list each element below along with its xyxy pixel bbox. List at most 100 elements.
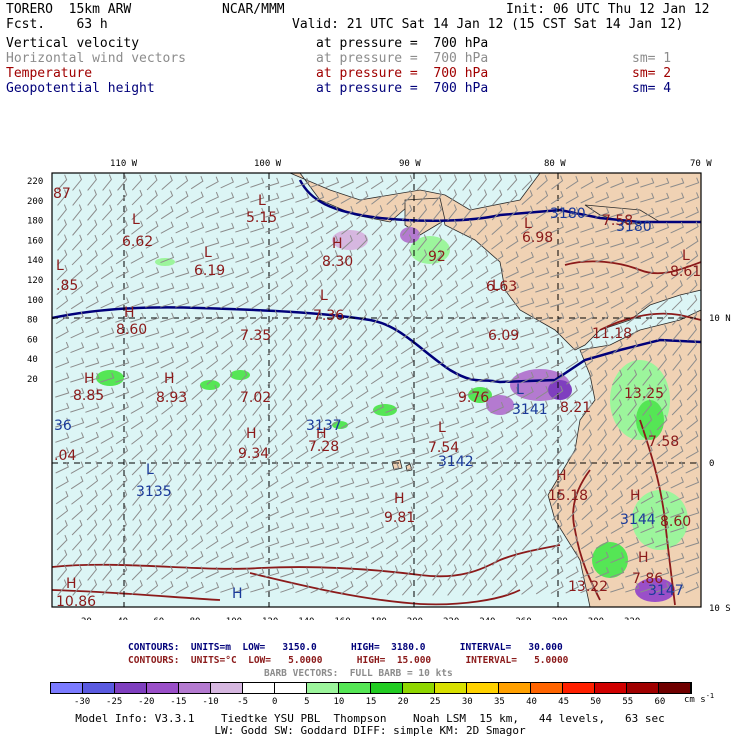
x-tick-label: 140 <box>298 617 314 620</box>
y-tick-label: 20 <box>27 375 38 385</box>
svg-text:8.21: 8.21 <box>560 400 591 416</box>
svg-text:70 W: 70 W <box>690 159 712 169</box>
colorbar-swatch <box>275 683 307 693</box>
colorbar-swatch <box>499 683 531 693</box>
field-vertical-velocity-level: at pressure = 700 hPa <box>316 36 489 51</box>
colorbar-units: cm s-1 <box>684 692 715 705</box>
svg-text:H: H <box>638 550 649 566</box>
svg-text:100 W: 100 W <box>254 159 282 169</box>
colorbar-label: 45 <box>558 697 570 707</box>
y-tick-label: 160 <box>27 236 43 246</box>
x-tick-label: 120 <box>262 617 278 620</box>
x-tick-label: 40 <box>117 617 128 620</box>
svg-text:H: H <box>66 576 77 592</box>
field-temperature: Temperature <box>6 66 93 81</box>
svg-text:3144: 3144 <box>620 512 656 528</box>
svg-text:9.76: 9.76 <box>458 390 489 406</box>
colorbar-swatch <box>531 683 563 693</box>
y-ticks: 220 200 180 160 140 120 100 80 60 40 20 <box>27 177 43 385</box>
x-tick-label: 220 <box>443 617 459 620</box>
x-tick-label: 60 <box>153 617 164 620</box>
colorbar-label: -5 <box>237 697 249 707</box>
svg-text:H: H <box>164 371 175 387</box>
colorbar-swatch <box>371 683 403 693</box>
colorbar-swatch <box>435 683 467 693</box>
colorbar-label: 60 <box>654 697 666 707</box>
svg-text:6.09: 6.09 <box>488 328 519 344</box>
svg-text:3180: 3180 <box>550 206 586 222</box>
colorbar-label: -10 <box>202 697 219 707</box>
svg-text:8.60: 8.60 <box>116 322 147 338</box>
svg-text:3180: 3180 <box>616 219 652 235</box>
svg-text:.04: .04 <box>54 448 76 464</box>
colorbar-swatch <box>339 683 371 693</box>
model-info-physics: LW: Godd SW: Goddard DIFF: simple KM: 2D… <box>214 724 526 737</box>
svg-text:7.35: 7.35 <box>240 328 271 344</box>
field-vertical-velocity: Vertical velocity <box>6 36 140 51</box>
field-temperature-level: at pressure = 700 hPa <box>316 66 489 81</box>
colorbar-swatch <box>147 683 179 693</box>
colorbar-swatch <box>403 683 435 693</box>
svg-text:3147: 3147 <box>648 583 684 599</box>
svg-text:7.02: 7.02 <box>240 390 271 406</box>
svg-text:0: 0 <box>709 459 714 469</box>
colorbar-label: 55 <box>622 697 634 707</box>
colorbar-swatch <box>115 683 147 693</box>
svg-text:H: H <box>332 236 343 252</box>
svg-text:L: L <box>682 248 690 264</box>
field-temperature-smoothing: sm= 2 <box>632 66 672 81</box>
svg-text:7.58: 7.58 <box>648 434 679 450</box>
svg-text:10 S: 10 S <box>709 604 731 614</box>
svg-text:36: 36 <box>54 418 72 434</box>
colorbar-swatch <box>83 683 115 693</box>
svg-text:6.98: 6.98 <box>522 230 553 246</box>
model-name: TORERO 15km ARW <box>6 2 132 17</box>
x-tick-label: 300 <box>588 617 604 620</box>
svg-text:L: L <box>438 420 446 436</box>
x-tick-label: 100 <box>226 617 242 620</box>
y-tick-label: 140 <box>27 256 43 266</box>
svg-text:3141: 3141 <box>512 402 548 418</box>
svg-text:H: H <box>124 305 135 321</box>
colorbar-label: 15 <box>365 697 377 707</box>
x-tick-label: 320 <box>624 617 640 620</box>
colorbar-label: -20 <box>138 697 155 707</box>
colorbar-swatch <box>179 683 211 693</box>
colorbar-label: 50 <box>590 697 602 707</box>
x-tick-label: 240 <box>479 617 495 620</box>
field-geopotential-level: at pressure = 700 hPa <box>316 81 489 96</box>
colorbar-swatch <box>467 683 499 693</box>
colorbar-label: 25 <box>429 697 441 707</box>
colorbar-swatch <box>51 683 83 693</box>
x-tick-label: 280 <box>552 617 568 620</box>
y-tick-label: 60 <box>27 335 38 345</box>
svg-text:10.86: 10.86 <box>56 594 96 610</box>
colorbar-label: 5 <box>304 697 310 707</box>
colorbar-label: 30 <box>461 697 473 707</box>
svg-text:8.85: 8.85 <box>73 388 104 404</box>
y-tick-label: 80 <box>27 316 38 326</box>
svg-text:L: L <box>56 258 64 274</box>
colorbar-label: 10 <box>333 697 345 707</box>
svg-text:8.61: 8.61 <box>670 264 701 280</box>
field-wind-smoothing: sm= 1 <box>632 51 672 66</box>
svg-text:3137: 3137 <box>306 418 342 434</box>
barb-info: BARB VECTORS: FULL BARB = 10 kts <box>264 668 453 679</box>
field-geopotential-smoothing: sm= 4 <box>632 81 672 96</box>
svg-text:9.81: 9.81 <box>384 510 415 526</box>
colorbar-label: 20 <box>397 697 409 707</box>
svg-text:9.34: 9.34 <box>238 446 269 462</box>
svg-text:13.22: 13.22 <box>568 579 608 595</box>
y-tick-label: 100 <box>27 296 43 306</box>
colorbar-swatch <box>563 683 595 693</box>
svg-text:5.15: 5.15 <box>246 210 277 226</box>
forecast-hour: Fcst. 63 h <box>6 17 108 32</box>
svg-text:3135: 3135 <box>136 484 172 500</box>
svg-text:80 W: 80 W <box>544 159 566 169</box>
svg-text:87: 87 <box>53 186 71 202</box>
colorbar-label: -15 <box>170 697 187 707</box>
lon-labels: 110 W 100 W 90 W 80 W 70 W <box>110 159 712 169</box>
colorbar-label: 40 <box>526 697 537 707</box>
svg-text:11.18: 11.18 <box>592 326 632 342</box>
colorbar-swatch <box>627 683 659 693</box>
